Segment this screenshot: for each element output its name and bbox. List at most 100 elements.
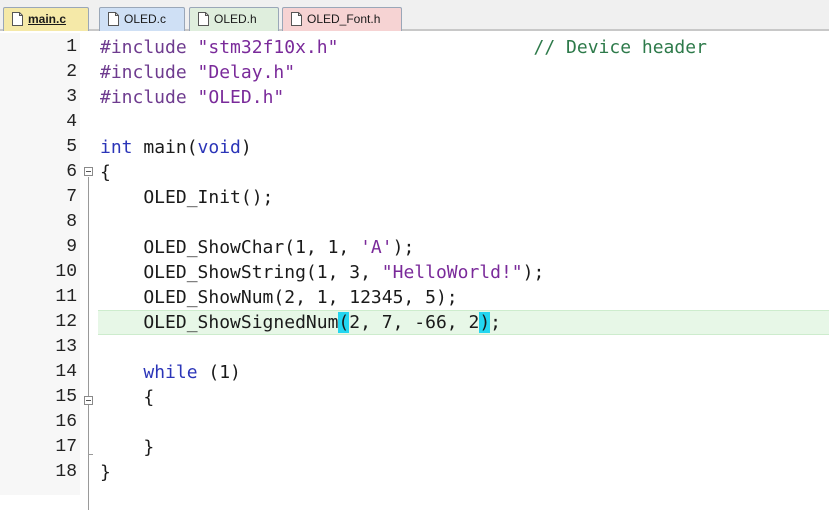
fold-toggle-icon[interactable] [84,396,93,405]
code-text: #include "stm32f10x.h" // Device header [100,35,707,60]
code-token: while [143,362,198,383]
code-line[interactable]: 17 } [0,435,829,460]
code-token: } [100,437,155,458]
tab-oled-font-h[interactable]: OLED_Font.h [282,7,402,31]
fold-guide-end [88,454,93,455]
code-token: ); [522,262,545,283]
code-text: OLED_ShowNum(2, 1, 12345, 5); [100,285,458,310]
line-number: 2 [66,62,77,82]
tab-main-c[interactable]: main.c [3,7,89,31]
document-icon [198,12,209,26]
code-line[interactable]: 3 #include "OLED.h" [0,85,829,110]
code-token: // Device header [533,37,707,58]
code-token: { [100,162,111,183]
code-line[interactable]: 4 [0,110,829,135]
code-text: OLED_Init(); [100,185,273,210]
line-number: 9 [66,237,77,257]
line-number: 14 [55,362,77,382]
tab-oled-c[interactable]: OLED.c [99,7,185,31]
code-text: while (1) [100,360,241,385]
code-text: { [100,385,154,410]
code-line[interactable]: 10 OLED_ShowString(1, 3, "HelloWorld!"); [0,260,829,285]
code-token: (1) [197,362,241,383]
code-token: #include [100,87,198,108]
code-line[interactable]: 5 int main(void) [0,135,829,160]
tab-label: main.c [28,12,67,26]
matching-paren: ) [479,312,491,333]
code-token: #include [100,62,198,83]
document-icon [12,12,23,26]
fold-guide [88,177,89,510]
code-line[interactable]: 7 OLED_Init(); [0,185,829,210]
code-line[interactable]: 8 [0,210,829,235]
line-number: 13 [55,337,77,357]
code-line[interactable]: 15 { [0,385,829,410]
fold-toggle-icon[interactable] [84,167,93,176]
code-text: } [100,460,111,485]
code-token: main( [132,137,198,158]
line-number: 18 [55,462,77,482]
tab-label: OLED.c [124,12,167,26]
code-line[interactable]: 18} [0,460,829,485]
code-text: { [100,160,111,185]
code-token: "Delay.h" [197,62,296,83]
code-token: 2, 7, -66, 2 [349,312,480,333]
line-number: 11 [55,287,77,307]
code-text: } [100,435,154,460]
code-text: int main(void) [100,135,252,160]
code-text: OLED_ShowString(1, 3, "HelloWorld!"); [100,260,544,285]
code-line[interactable]: 13 [0,335,829,360]
line-number: 17 [55,437,77,457]
code-token: ) [240,137,252,158]
code-token: OLED_ShowChar(1, 1, [100,237,361,258]
code-line[interactable]: 12 OLED_ShowSignedNum(2, 7, -66, 2); [0,310,829,335]
code-token: "OLED.h" [197,87,285,108]
code-text: #include "Delay.h" [100,60,295,85]
tab-label: OLED_Font.h [307,12,381,26]
code-line[interactable]: 11 OLED_ShowNum(2, 1, 12345, 5); [0,285,829,310]
code-token: } [100,462,111,483]
line-number: 16 [55,412,77,432]
code-token: OLED_ShowString(1, 3, [100,262,382,283]
line-number: 12 [55,312,77,332]
code-editor[interactable]: 1 #include "stm32f10x.h" // Device header… [0,33,829,510]
line-number: 8 [66,212,77,232]
matching-paren: ( [338,312,350,333]
code-line[interactable]: 6{ [0,160,829,185]
document-icon [108,12,119,26]
editor-tab-bar: main.c OLED.c OLED.h OLED_Font.h [0,0,829,31]
line-number: 4 [66,112,77,132]
code-token: OLED_Init(); [100,187,274,208]
tab-label: OLED.h [214,12,257,26]
code-line[interactable]: 14 while (1) [0,360,829,385]
code-line[interactable]: 16 [0,410,829,435]
code-token: OLED_ShowSignedNum [100,312,339,333]
document-icon [291,12,302,26]
code-token: "HelloWorld!" [381,262,523,283]
code-token: ; [490,312,501,333]
code-token: ); [392,237,415,258]
line-number: 6 [66,162,77,182]
code-text: OLED_ShowChar(1, 1, 'A'); [100,235,414,260]
code-token: #include [100,37,198,58]
code-text: OLED_ShowSignedNum(2, 7, -66, 2); [100,310,501,335]
code-token: "stm32f10x.h" [197,37,339,58]
code-line[interactable]: 9 OLED_ShowChar(1, 1, 'A'); [0,235,829,260]
line-number: 3 [66,87,77,107]
tab-oled-h[interactable]: OLED.h [189,7,279,31]
line-number: 15 [55,387,77,407]
line-number: 1 [66,37,77,57]
code-line[interactable]: 1 #include "stm32f10x.h" // Device header [0,35,829,60]
code-token: void [197,137,241,158]
line-number: 10 [55,262,77,282]
code-token: 'A' [360,237,393,258]
code-text: #include "OLED.h" [100,85,284,110]
line-number: 7 [66,187,77,207]
code-token: OLED_ShowNum(2, 1, 12345, 5); [100,287,458,308]
code-line[interactable]: 2 #include "Delay.h" [0,60,829,85]
code-token: int [100,137,133,158]
code-token: { [100,387,155,408]
line-number: 5 [66,137,77,157]
